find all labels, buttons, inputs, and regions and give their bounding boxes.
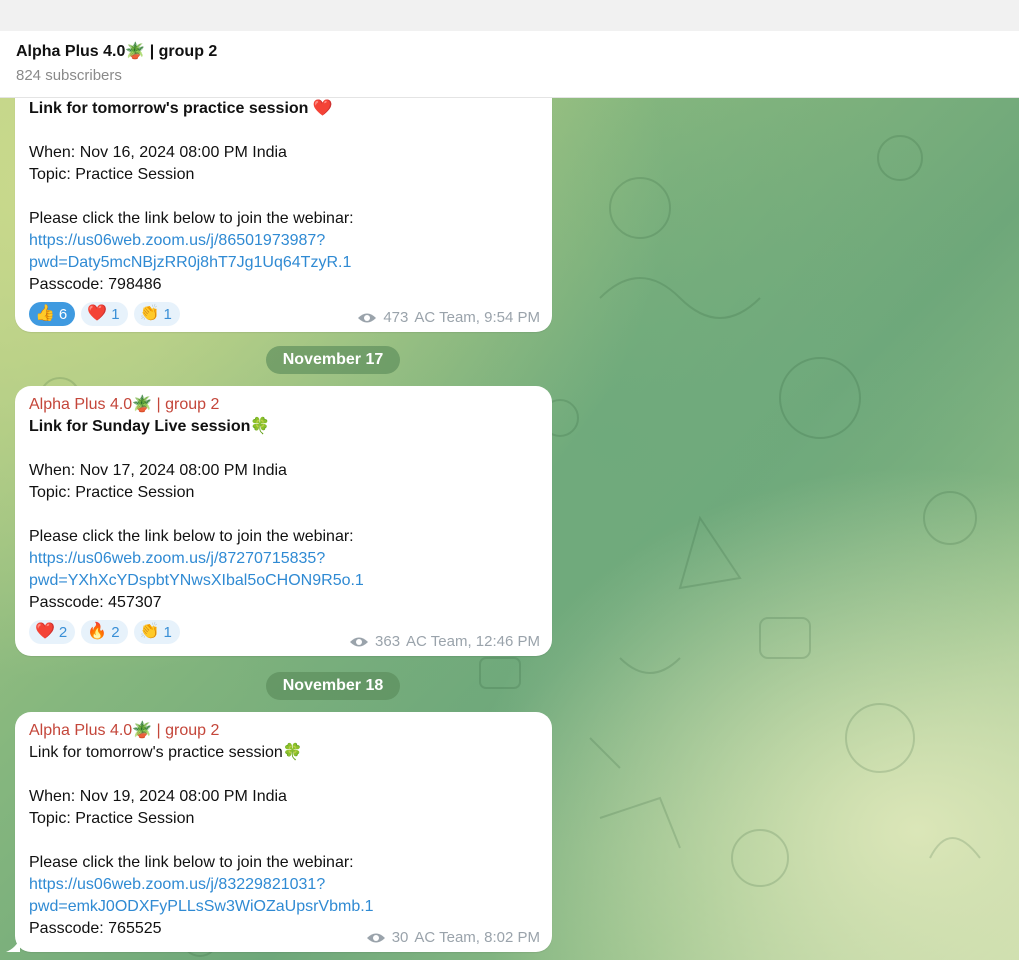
- zoom-link[interactable]: https://us06web.zoom.us/j/86501973987?: [29, 230, 538, 252]
- reaction-count: 1: [163, 305, 172, 323]
- message-bubble[interactable]: Alpha Plus 4.0🪴 | group 2 Link for tomor…: [6, 712, 552, 952]
- zoom-link-pwd[interactable]: pwd=emkJ0ODXFyPLLsSw3WiOZaUpsrVbmb.1: [29, 896, 538, 918]
- reaction-fire[interactable]: 🔥 2: [81, 620, 128, 644]
- message-footer: AC Team, 9:54 PM: [414, 309, 540, 326]
- heart-icon: ❤️: [87, 305, 108, 322]
- message-heading: Link for tomorrow's practice session ❤️: [29, 100, 333, 117]
- channel-title: Alpha Plus 4.0🪴 | group 2: [16, 43, 218, 60]
- reaction-heart[interactable]: ❤️ 2: [29, 620, 76, 644]
- reaction-count: 2: [58, 623, 68, 641]
- zoom-link[interactable]: https://us06web.zoom.us/j/87270715835?: [29, 548, 538, 570]
- view-count: 473: [383, 309, 409, 326]
- eye-icon: [358, 313, 377, 322]
- message-instruction: Please click the link below to join the …: [29, 854, 354, 871]
- reaction-clap[interactable]: 👏 1: [133, 620, 180, 644]
- message-when: When: Nov 19, 2024 08:00 PM India: [29, 788, 287, 805]
- channel-header[interactable]: Alpha Plus 4.0🪴 | group 2 824 subscriber…: [0, 31, 1019, 98]
- message-topic: Topic: Practice Session: [29, 484, 195, 501]
- reaction-clap[interactable]: 👏 1: [133, 302, 180, 326]
- heart-icon: ❤️: [35, 623, 55, 640]
- view-count: 363: [375, 633, 401, 650]
- message-bubble[interactable]: Alpha Plus 4.0🪴 | group 2 Link for Sunda…: [15, 386, 552, 656]
- clap-icon: 👏: [139, 305, 160, 322]
- reaction-count: 1: [163, 623, 172, 641]
- reaction-heart[interactable]: ❤️ 1: [81, 302, 128, 326]
- zoom-link-pwd[interactable]: pwd=YXhXcYDspbtYNwsXIbal5oCHON9R5o.1: [29, 570, 538, 592]
- message-sender[interactable]: Alpha Plus 4.0🪴 | group 2: [29, 720, 538, 742]
- clap-icon: 👏: [139, 623, 160, 640]
- message-passcode: Passcode: 457307: [29, 594, 162, 611]
- eye-icon: [350, 637, 369, 646]
- message-heading: Link for tomorrow's practice session🍀: [29, 744, 303, 761]
- zoom-link-pwd[interactable]: pwd=Daty5mcNBjzRR0j8hT7Jg1Uq64TzyR.1: [29, 252, 538, 274]
- message-heading: Link for Sunday Live session🍀: [29, 418, 271, 435]
- window-top-strip: [0, 0, 1019, 31]
- message-instruction: Please click the link below to join the …: [29, 210, 354, 227]
- message-footer: AC Team, 8:02 PM: [414, 929, 540, 946]
- message-footer: AC Team, 12:46 PM: [406, 633, 540, 650]
- chat-area[interactable]: Link for tomorrow's practice session ❤️ …: [0, 98, 1019, 960]
- message-meta: 473 AC Team, 9:54 PM: [357, 309, 540, 326]
- reaction-thumbs-up[interactable]: 👍 6: [29, 302, 76, 326]
- date-separator: November 17: [266, 346, 400, 374]
- view-count: 30: [391, 929, 409, 946]
- fire-icon: 🔥: [87, 623, 108, 640]
- reaction-count: 6: [58, 305, 68, 323]
- message-when: When: Nov 16, 2024 08:00 PM India: [29, 144, 287, 161]
- message-passcode: Passcode: 798486: [29, 276, 162, 293]
- message-instruction: Please click the link below to join the …: [29, 528, 354, 545]
- reaction-count: 2: [111, 623, 120, 641]
- message-meta: 30 AC Team, 8:02 PM: [366, 929, 540, 946]
- subscriber-count: 824 subscribers: [16, 67, 122, 84]
- message-when: When: Nov 17, 2024 08:00 PM India: [29, 462, 287, 479]
- reaction-count: 1: [111, 305, 120, 323]
- message-topic: Topic: Practice Session: [29, 166, 195, 183]
- bubble-tail: [6, 938, 20, 952]
- date-separator: November 18: [266, 672, 400, 700]
- thumbs-up-icon: 👍: [35, 305, 55, 322]
- message-topic: Topic: Practice Session: [29, 810, 195, 827]
- zoom-link[interactable]: https://us06web.zoom.us/j/83229821031?: [29, 874, 538, 896]
- message-bubble[interactable]: Link for tomorrow's practice session ❤️ …: [15, 98, 552, 332]
- message-meta: 363 AC Team, 12:46 PM: [349, 633, 540, 650]
- eye-icon: [366, 933, 385, 942]
- message-sender[interactable]: Alpha Plus 4.0🪴 | group 2: [29, 394, 538, 416]
